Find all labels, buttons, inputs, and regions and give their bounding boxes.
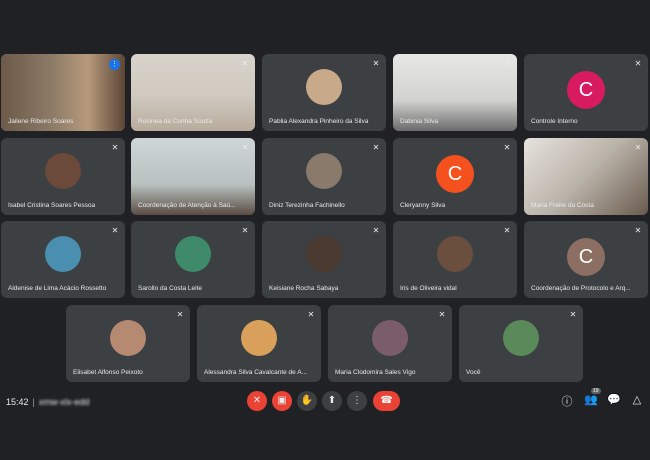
- participant-tile[interactable]: ✕ Alessandra Silva Cavalcante de A...: [197, 305, 321, 382]
- participant-name: Pablia Alexandra Pinheiro da Silva: [269, 118, 369, 125]
- participant-name: Dabinia Silva: [400, 118, 438, 125]
- participant-tile[interactable]: ✕ Elisabet Alfonso Peixoto: [66, 305, 190, 382]
- participant-name: Rosinea da Cunha Souza: [138, 118, 213, 125]
- participant-name: Jailene Ribeiro Soares: [8, 118, 74, 125]
- participant-name: Maria Freire da Costa: [531, 202, 594, 209]
- participant-tile[interactable]: ✕ Dabinia Silva: [393, 54, 517, 131]
- activities-icon[interactable]: △: [630, 393, 644, 406]
- mic-off-icon: ✕: [372, 226, 380, 235]
- participant-name: Maria Clodomira Sales Vigo: [335, 369, 416, 376]
- participant-name: Alessandra Silva Cavalcante de A...: [204, 369, 307, 376]
- avatar: [437, 236, 473, 272]
- participant-name: Coordenação de Atenção à Saú...: [138, 202, 236, 209]
- avatar: C: [567, 238, 605, 276]
- people-icon[interactable]: 👥: [584, 393, 598, 406]
- mic-off-icon: ✕: [307, 310, 315, 319]
- mic-off-icon[interactable]: ✕: [247, 391, 267, 411]
- participant-name: Cleryanny Silva: [400, 202, 446, 209]
- participant-tile[interactable]: ✕ Pablia Alexandra Pinheiro da Silva: [262, 54, 386, 131]
- participant-name: Isabel Cristina Soares Pessoa: [8, 202, 96, 209]
- participant-name: Diniz Terezinha Fachinello: [269, 202, 345, 209]
- mic-off-icon: ✕: [241, 59, 249, 68]
- mic-off-icon: ✕: [634, 59, 642, 68]
- participant-tile[interactable]: C ✕ Cleryanny Silva: [393, 138, 517, 215]
- camera-off-icon[interactable]: ▣: [272, 391, 292, 411]
- mic-off-icon: ✕: [503, 226, 511, 235]
- mic-off-icon: ✕: [438, 310, 446, 319]
- raise-hand-icon[interactable]: ✋: [297, 391, 317, 411]
- mic-off-icon: ✕: [634, 226, 642, 235]
- speaking-indicator-icon: ⋮: [109, 59, 120, 70]
- participant-name: Você: [466, 369, 481, 376]
- clock-time: 15:42: [6, 397, 29, 407]
- participant-tile[interactable]: ✕ Você: [459, 305, 583, 382]
- mic-off-icon: ✕: [569, 310, 577, 319]
- mic-off-icon: ✕: [503, 59, 511, 68]
- mic-off-icon: ✕: [503, 143, 511, 152]
- meeting-code: xmw-xlx-edd: [38, 397, 90, 407]
- meeting-info: 15:42 | xmw-xlx-edd: [6, 397, 89, 407]
- participant-name: Sarollo da Costa Leite: [138, 285, 202, 292]
- end-call-icon[interactable]: ☎: [373, 391, 400, 411]
- avatar: [503, 320, 539, 356]
- participant-tile[interactable]: ✕ Rosinea da Cunha Souza: [131, 54, 255, 131]
- avatar: [306, 236, 342, 272]
- participant-tile[interactable]: ✕ Maria Clodomira Sales Vigo: [328, 305, 452, 382]
- avatar: [306, 69, 342, 105]
- participant-tile[interactable]: ✕ Diniz Terezinha Fachinello: [262, 138, 386, 215]
- participant-tile[interactable]: ✕ Aldenise de Lima Acácio Rossetto: [1, 221, 125, 298]
- participant-name: Iris de Oliveira vidal: [400, 285, 457, 292]
- info-icon[interactable]: ⓘ: [560, 393, 574, 409]
- participant-name: Keisiane Rocha Sabaya: [269, 285, 339, 292]
- participant-tile[interactable]: C ✕ Coordenação de Protocolo e Arq...: [524, 221, 648, 298]
- avatar: [110, 320, 146, 356]
- participant-tile[interactable]: ✕ Coordenação de Atenção à Saú...: [131, 138, 255, 215]
- avatar: [372, 320, 408, 356]
- participant-name: Controle Interno: [531, 118, 578, 125]
- avatar: C: [567, 71, 605, 109]
- participant-tile[interactable]: ✕ Isabel Cristina Soares Pessoa: [1, 138, 125, 215]
- mic-off-icon: ✕: [372, 59, 380, 68]
- mic-off-icon: ✕: [372, 143, 380, 152]
- avatar: [45, 236, 81, 272]
- participant-name: Aldenise de Lima Acácio Rossetto: [8, 285, 107, 292]
- mic-off-icon: ✕: [634, 143, 642, 152]
- participant-tile[interactable]: ✕ Iris de Oliveira vidal: [393, 221, 517, 298]
- avatar: [45, 153, 81, 189]
- mic-off-icon: ✕: [241, 143, 249, 152]
- participant-tile[interactable]: ✕ Keisiane Rocha Sabaya: [262, 221, 386, 298]
- present-icon[interactable]: ⬆: [322, 391, 342, 411]
- avatar: [306, 153, 342, 189]
- participant-name: Coordenação de Protocolo e Arq...: [531, 285, 631, 292]
- divider: |: [32, 397, 35, 407]
- avatar: [175, 236, 211, 272]
- mic-off-icon: ✕: [241, 226, 249, 235]
- participant-tile[interactable]: ✕ Maria Freire da Costa: [524, 138, 648, 215]
- chat-icon[interactable]: 💬: [607, 393, 621, 406]
- more-icon[interactable]: ⋮: [347, 391, 367, 411]
- participant-tile[interactable]: ✕ Sarollo da Costa Leite: [131, 221, 255, 298]
- participant-name: Elisabet Alfonso Peixoto: [73, 369, 143, 376]
- participant-tile[interactable]: ⋮ Jailene Ribeiro Soares: [1, 54, 125, 131]
- mic-off-icon: ✕: [176, 310, 184, 319]
- mic-off-icon: ✕: [111, 143, 119, 152]
- participant-tile[interactable]: C ✕ Controle Interno: [524, 54, 648, 131]
- mic-off-icon: ✕: [111, 226, 119, 235]
- avatar: C: [436, 155, 474, 193]
- avatar: [241, 320, 277, 356]
- people-count-badge: 19: [591, 388, 601, 394]
